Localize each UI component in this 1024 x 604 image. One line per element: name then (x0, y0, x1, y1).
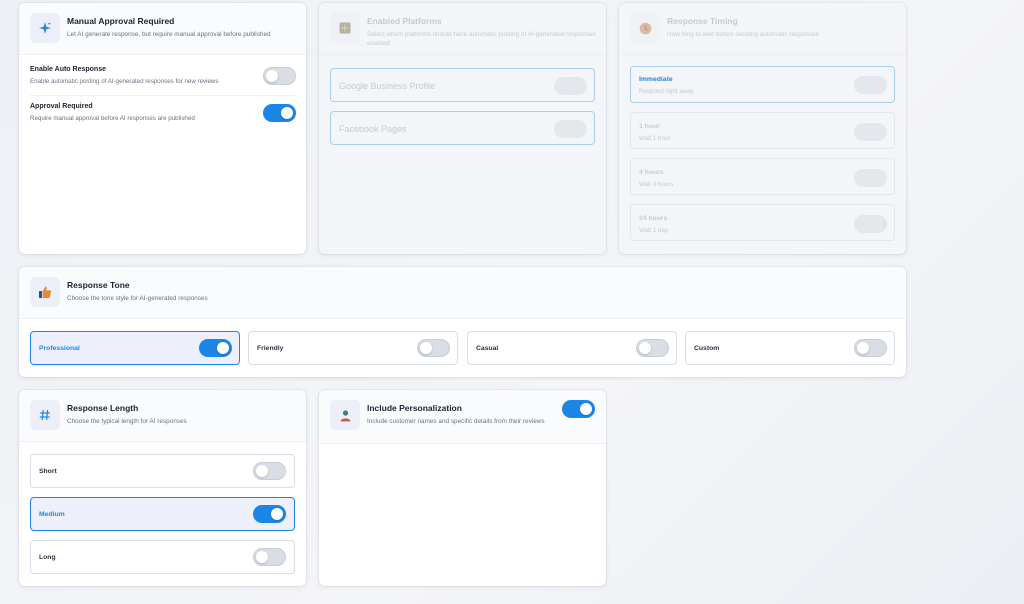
platform-toggle[interactable] (554, 120, 587, 138)
tone-option-casual[interactable]: Casual (467, 331, 677, 365)
card-description: Choose the typical length for AI respons… (67, 418, 187, 425)
card-title: Include Personalization (367, 403, 462, 413)
manual-approval-card: Manual Approval Required Let AI generate… (19, 3, 306, 254)
timing-option-1-hour[interactable]: 1 hour Wait 1 hour (630, 112, 895, 149)
platform-google-business-profile[interactable]: Google Business Profile (330, 68, 595, 102)
option-label: Professional (39, 345, 80, 352)
option-label: Custom (694, 345, 720, 352)
option-label: Long (39, 554, 56, 561)
option-toggle[interactable] (854, 215, 887, 233)
platform-label: Google Business Profile (339, 81, 436, 91)
card-description: Choose the tone style for AI-generated r… (67, 295, 208, 302)
card-title: Enabled Platforms (367, 16, 442, 26)
option-toggle[interactable] (636, 339, 669, 357)
approval-required-toggle[interactable] (263, 104, 296, 122)
option-toggle[interactable] (854, 169, 887, 187)
option-title: 4 hours (639, 169, 664, 176)
length-option-long[interactable]: Long (30, 540, 295, 574)
user-icon (330, 400, 360, 430)
option-toggle[interactable] (854, 76, 887, 94)
response-tone-header: Response Tone Choose the tone style for … (19, 267, 906, 319)
manual-approval-header: Manual Approval Required Let AI generate… (19, 3, 306, 55)
response-tone-card: Response Tone Choose the tone style for … (19, 267, 906, 377)
enabled-platforms-header: Enabled Platforms Select which platforms… (319, 3, 606, 55)
card-title: Manual Approval Required (67, 16, 175, 26)
option-toggle[interactable] (854, 123, 887, 141)
option-toggle[interactable] (253, 462, 286, 480)
option-subtitle: Wait 1 day (639, 227, 669, 234)
platform-toggle[interactable] (554, 77, 587, 95)
option-subtitle: Wait 4 hours (639, 181, 674, 188)
card-description: Select which platforms should have autom… (367, 31, 596, 47)
enable-auto-response-label: Enable Auto Response (30, 66, 106, 73)
approval-required-label: Approval Required (30, 103, 93, 110)
tone-option-professional[interactable]: Professional (30, 331, 240, 365)
timing-option-4-hours[interactable]: 4 hours Wait 4 hours (630, 158, 895, 195)
length-option-medium[interactable]: Medium (30, 497, 295, 531)
approval-required-description: Require manual approval before AI respon… (30, 115, 195, 122)
response-length-card: Response Length Choose the typical lengt… (19, 390, 306, 586)
tone-option-custom[interactable]: Custom (685, 331, 895, 365)
option-toggle[interactable] (417, 339, 450, 357)
enabled-platforms-card: Enabled Platforms Select which platforms… (319, 3, 606, 254)
response-length-header: Response Length Choose the typical lengt… (19, 390, 306, 442)
personalization-toggle[interactable] (562, 400, 595, 418)
option-title: Immediate (639, 76, 673, 83)
card-title: Response Length (67, 403, 139, 413)
clock-icon (630, 13, 660, 43)
card-title: Response Timing (667, 16, 738, 26)
thumbs-up-icon (30, 277, 60, 307)
option-toggle[interactable] (199, 339, 232, 357)
option-title: 1 hour (639, 123, 660, 130)
option-toggle[interactable] (253, 548, 286, 566)
option-label: Medium (39, 511, 65, 518)
length-option-short[interactable]: Short (30, 454, 295, 488)
platform-facebook-pages[interactable]: Facebook Pages (330, 111, 595, 145)
option-subtitle: Wait 1 hour (639, 135, 671, 142)
card-description: Include customer names and specific deta… (367, 418, 545, 425)
card-title: Response Tone (67, 280, 130, 290)
card-description: How long to wait before sending automati… (667, 31, 819, 38)
enable-auto-response-description: Enable automatic posting of AI-generated… (30, 78, 219, 85)
enable-auto-response-toggle[interactable] (263, 67, 296, 85)
timing-option-immediate[interactable]: Immediate Respond right away (630, 66, 895, 103)
card-description: Let AI generate response, but require ma… (67, 31, 271, 38)
option-toggle[interactable] (854, 339, 887, 357)
response-timing-header: Response Timing How long to wait before … (619, 3, 906, 55)
option-label: Casual (476, 345, 499, 352)
tone-option-friendly[interactable]: Friendly (248, 331, 458, 365)
timing-option-24-hours[interactable]: 24 hours Wait 1 day (630, 204, 895, 241)
option-label: Friendly (257, 345, 284, 352)
grid-icon (330, 13, 360, 43)
option-title: 24 hours (639, 215, 668, 222)
sparkle-icon (30, 13, 60, 43)
personalization-header: Include Personalization Include customer… (319, 390, 606, 444)
personalization-card: Include Personalization Include customer… (319, 390, 606, 586)
option-subtitle: Respond right away (639, 88, 694, 95)
hash-icon (30, 400, 60, 430)
platform-label: Facebook Pages (339, 124, 407, 134)
divider (30, 95, 295, 96)
response-timing-card: Response Timing How long to wait before … (619, 3, 906, 254)
option-label: Short (39, 468, 57, 475)
option-toggle[interactable] (253, 505, 286, 523)
